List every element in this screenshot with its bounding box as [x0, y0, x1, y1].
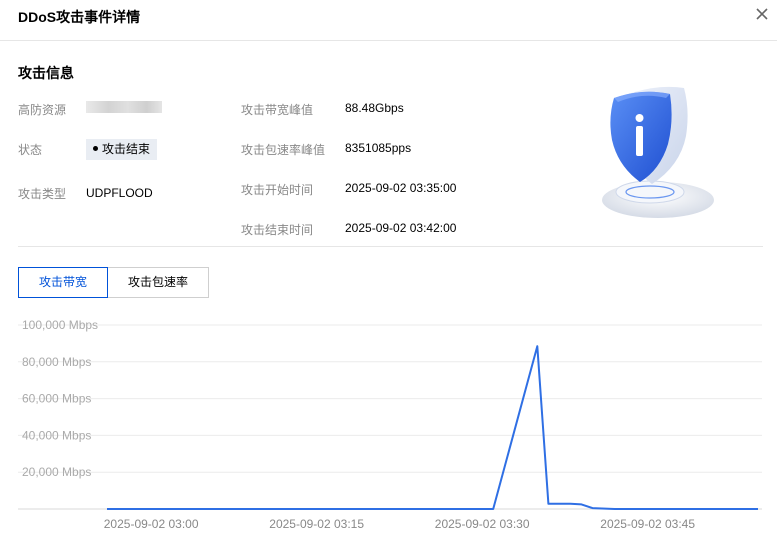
- start-time-value: 2025-09-02 03:35:00: [345, 181, 457, 195]
- resource-label: 高防资源: [18, 103, 67, 117]
- x-tick-label: 2025-09-02 03:00: [104, 517, 199, 531]
- x-tick-label: 2025-09-02 03:45: [600, 517, 695, 531]
- tab-attack-bandwidth[interactable]: 攻击带宽: [18, 267, 108, 298]
- status-text: 攻击结束: [102, 142, 151, 156]
- bandwidth-series-line: [107, 345, 758, 510]
- end-time-label: 攻击结束时间: [241, 223, 314, 237]
- bandwidth-chart: 100,000 Mbps 80,000 Mbps 60,000 Mbps 40,000…: [18, 318, 762, 531]
- x-tick-label: 2025-09-02 03:15: [269, 517, 364, 531]
- y-tick-label: 40,000 Mbps: [22, 428, 91, 442]
- end-time-value: 2025-09-02 03:42:00: [345, 221, 457, 235]
- y-axis-labels: 100,000 Mbps 80,000 Mbps 60,000 Mbps 40,000…: [22, 318, 98, 479]
- dialog-header: DDoS攻击事件详情: [0, 0, 777, 41]
- status-dot-icon: [93, 146, 98, 152]
- close-icon[interactable]: [753, 5, 771, 23]
- shield-info-icon: [602, 86, 714, 218]
- status-label: 状态: [18, 143, 43, 157]
- y-tick-label: 60,000 Mbps: [22, 392, 91, 406]
- tab-attack-packet-rate[interactable]: 攻击包速率: [107, 267, 209, 298]
- resource-value-masked: [86, 101, 162, 113]
- chart-grid: [18, 324, 762, 510]
- y-tick-label: 80,000 Mbps: [22, 355, 91, 369]
- attack-type-label: 攻击类型: [18, 187, 67, 201]
- start-time-label: 攻击开始时间: [241, 183, 314, 197]
- dialog-title: DDoS攻击事件详情: [18, 9, 141, 25]
- section-divider: [18, 246, 763, 247]
- x-tick-label: 2025-09-02 03:30: [435, 517, 530, 531]
- peak-packet-rate-label: 攻击包速率峰值: [241, 143, 326, 157]
- status-badge: 攻击结束: [86, 139, 158, 160]
- section-title: 攻击信息: [18, 65, 74, 81]
- peak-bandwidth-label: 攻击带宽峰值: [241, 103, 314, 117]
- peak-bandwidth-value: 88.48Gbps: [345, 101, 404, 115]
- y-tick-label: 100,000 Mbps: [22, 318, 98, 332]
- attack-type-value: UDPFLOOD: [86, 186, 153, 200]
- x-axis-labels: 2025-09-02 03:00 2025-09-02 03:15 2025-09-…: [104, 517, 696, 531]
- y-tick-label: 20,000 Mbps: [22, 465, 91, 479]
- peak-packet-rate-value: 8351085pps: [345, 141, 412, 155]
